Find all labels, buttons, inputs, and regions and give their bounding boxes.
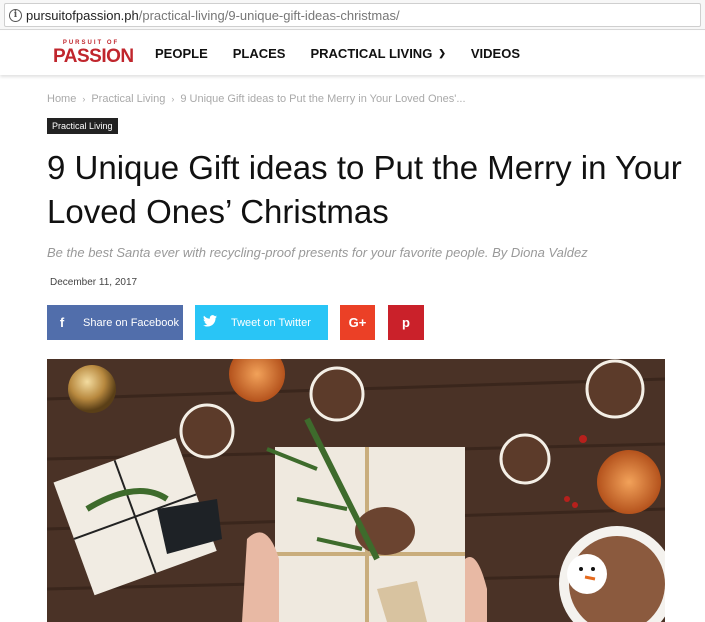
article-subtitle: Be the best Santa ever with recycling-pr…	[47, 245, 588, 260]
breadcrumb-separator-icon: ›	[82, 94, 86, 104]
share-facebook-label: Share on Facebook	[83, 316, 180, 329]
share-twitter-button[interactable]: Tweet on Twitter	[195, 305, 328, 340]
site-header: PURSUIT OF PASSION PEOPLE PLACES PRACTIC…	[0, 31, 705, 75]
article-date: December 11, 2017	[50, 277, 138, 288]
category-badge[interactable]: Practical Living	[47, 118, 118, 134]
breadcrumb: Home › Practical Living › 9 Unique Gift idea…	[47, 93, 466, 105]
share-twitter-label: Tweet on Twitter	[231, 316, 311, 329]
info-icon[interactable]: i	[9, 8, 22, 22]
browser-address-bar: i pursuitofpassion.ph/practical-living/9…	[0, 0, 705, 30]
logo-wordmark: PASSION	[53, 46, 134, 67]
pinterest-icon: p	[402, 315, 410, 330]
nav-item-people[interactable]: PEOPLE	[155, 46, 208, 61]
breadcrumb-current: 9 Unique Gift ideas to Put the Merry in …	[180, 93, 466, 105]
url-host: pursuitofpassion.ph	[26, 7, 139, 23]
share-pinterest-button[interactable]: p	[388, 305, 424, 340]
twitter-icon	[195, 315, 225, 330]
article-title: 9 Unique Gift ideas to Put the Merry in …	[47, 149, 682, 230]
nav-item-places[interactable]: PLACES	[233, 46, 286, 61]
main-nav: PEOPLE PLACES PRACTICAL LIVING ❯ VIDEOS	[155, 31, 545, 75]
url-path: /practical-living/9-unique-gift-ideas-ch…	[138, 7, 400, 23]
breadcrumb-separator-icon: ›	[171, 94, 175, 104]
chevron-down-icon: ❯	[438, 48, 446, 58]
url-input[interactable]: i pursuitofpassion.ph/practical-living/9…	[4, 3, 701, 27]
nav-item-practical-living[interactable]: PRACTICAL LIVING ❯	[310, 46, 445, 61]
share-googleplus-button[interactable]: G+	[340, 305, 375, 340]
breadcrumb-home[interactable]: Home	[47, 93, 76, 105]
site-logo[interactable]: PURSUIT OF PASSION	[53, 40, 134, 68]
facebook-icon: f	[59, 315, 65, 330]
breadcrumb-section[interactable]: Practical Living	[91, 93, 165, 105]
googleplus-icon: G+	[348, 315, 367, 330]
share-facebook-button[interactable]: f Share on Facebook	[47, 305, 183, 340]
hero-image	[47, 359, 665, 622]
nav-item-videos[interactable]: VIDEOS	[471, 46, 520, 61]
nav-item-label: PRACTICAL LIVING	[310, 45, 433, 61]
